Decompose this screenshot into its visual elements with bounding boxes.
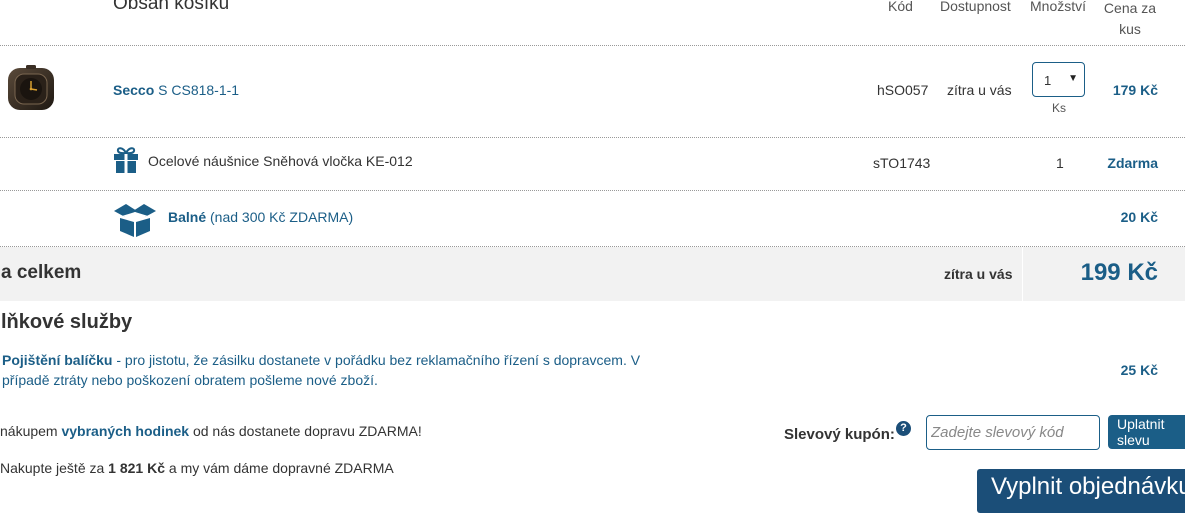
cart-title: Obsah košíku — [113, 0, 230, 14]
packing-title: Balné — [168, 209, 207, 225]
total-label: a celkem — [1, 262, 82, 283]
box-icon — [112, 202, 158, 238]
product-price: 179 Kč — [1112, 82, 1158, 98]
insurance-desc: Pojištění balíčku - pro jistotu, že zási… — [2, 350, 652, 390]
product-brand[interactable]: Secco — [113, 82, 154, 98]
col-header-code: Kód — [888, 0, 913, 14]
packing-note: (nad 300 Kč ZDARMA) — [206, 209, 354, 225]
promo-amount: 1 821 Kč — [108, 460, 165, 476]
fill-order-button[interactable]: Vyplnit objednávku — [977, 469, 1185, 513]
alarm-clock-icon — [8, 65, 54, 110]
product-image[interactable] — [6, 64, 56, 112]
divider — [0, 137, 1185, 138]
product-name[interactable]: Secco S CS818-1-1 — [113, 82, 239, 98]
gift-code: sTO1743 — [873, 155, 931, 171]
quantity-value: 1 — [1044, 73, 1052, 88]
packing-price: 20 Kč — [1120, 209, 1158, 225]
quantity-unit: Ks — [1052, 101, 1067, 115]
col-header-unit-price: Cena za kus — [1103, 0, 1157, 37]
promo-line-1-pre: nákupem — [0, 423, 62, 439]
promo-line-2: Nakupte ještě za 1 821 Kč a my vám dáme … — [0, 460, 394, 476]
promo-line-1-post: od nás dostanete dopravu ZDARMA! — [189, 423, 422, 439]
divider — [0, 45, 1185, 46]
packing-label: Balné (nad 300 Kč ZDARMA) — [168, 209, 353, 225]
promo-line-2-pre: Nakupte ještě za — [0, 460, 109, 476]
product-availability: zítra u vás — [947, 82, 1012, 98]
col-header-quantity: Množství — [1030, 0, 1087, 14]
product-code: hSO057 — [877, 82, 929, 98]
product-model[interactable]: S CS818-1-1 — [154, 82, 239, 98]
help-icon[interactable]: ? — [896, 421, 911, 436]
quantity-select[interactable]: 1 ▼ — [1032, 62, 1085, 97]
chevron-down-icon: ▼ — [1068, 73, 1078, 84]
vertical-divider — [1022, 247, 1023, 301]
apply-coupon-button[interactable]: Uplatnit slevu — [1108, 415, 1185, 449]
coupon-input[interactable] — [926, 415, 1100, 450]
services-title: lňkové služby — [1, 311, 133, 333]
promo-line-1: nákupem vybraných hodinek od nás dostane… — [0, 423, 422, 439]
insurance-title[interactable]: Pojištění balíčku — [2, 352, 112, 368]
gift-name[interactable]: Ocelové náušnice Sněhová vločka KE-012 — [148, 153, 413, 169]
promo-link[interactable]: vybraných hodinek — [61, 423, 189, 439]
gift-price: Zdarma — [1107, 155, 1158, 171]
total-price: 199 Kč — [1080, 259, 1158, 286]
insurance-price: 25 Kč — [1120, 362, 1158, 378]
gift-icon — [113, 146, 139, 174]
gift-quantity: 1 — [1056, 155, 1064, 171]
insurance-desc-line2: případě ztráty nebo poškození obratem po… — [2, 372, 378, 388]
help-icon-glyph: ? — [900, 422, 907, 434]
divider — [0, 190, 1185, 191]
insurance-desc-line1: - pro jistotu, že zásilku dostanete v po… — [112, 352, 641, 368]
col-header-availability: Dostupnost — [940, 0, 1011, 14]
coupon-label: Slevový kupón: — [784, 426, 895, 443]
total-availability: zítra u vás — [944, 266, 1013, 282]
promo-line-2-post: a my vám dáme dopravné ZDARMA — [165, 460, 394, 476]
